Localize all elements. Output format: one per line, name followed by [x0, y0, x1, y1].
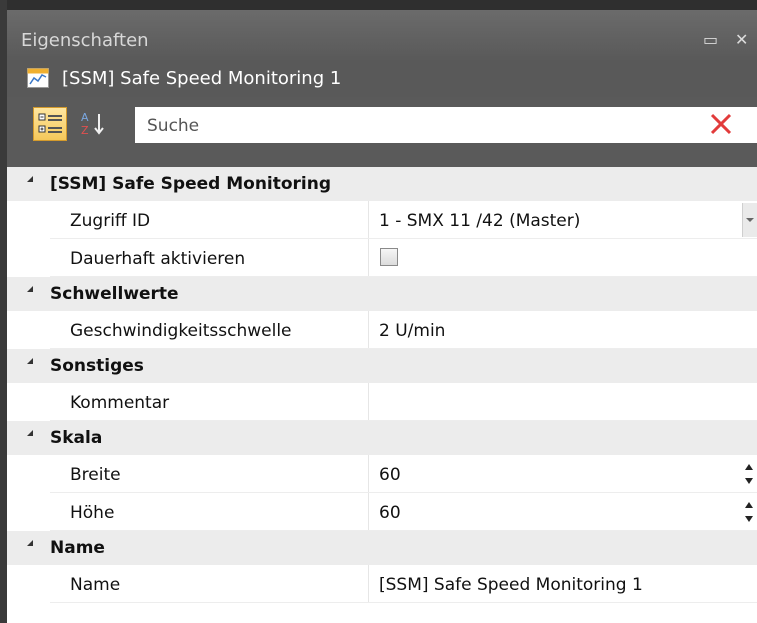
property-value: 60	[379, 503, 401, 523]
property-row: Geschwindigkeitsschwelle 2 U/min	[7, 311, 757, 349]
category-label: Schwellwerte	[50, 284, 179, 304]
property-name: Geschwindigkeitsschwelle	[70, 321, 292, 341]
property-grid: [SSM] Safe Speed Monitoring Zugriff ID 1…	[7, 167, 757, 603]
property-name: Dauerhaft aktivieren	[70, 249, 246, 269]
property-row: Zugriff ID 1 - SMX 11 /42 (Master)	[7, 201, 757, 239]
close-icon[interactable]: ✕	[735, 30, 748, 49]
property-name-cell[interactable]: Name	[50, 565, 388, 603]
property-name-cell[interactable]: Höhe	[50, 493, 388, 531]
property-row: Dauerhaft aktivieren	[7, 239, 757, 277]
property-name: Zugriff ID	[70, 211, 151, 231]
collapse-triangle-icon[interactable]	[27, 286, 33, 292]
collapse-triangle-icon[interactable]	[27, 358, 33, 364]
properties-panel: Eigenschaften ▭ ✕ [SSM] Safe Speed Monit…	[0, 0, 757, 623]
category-header[interactable]: Skala	[7, 421, 757, 455]
collapse-triangle-icon[interactable]	[27, 540, 33, 546]
left-border	[0, 0, 7, 623]
property-value: [SSM] Safe Speed Monitoring 1	[379, 575, 643, 595]
category-header[interactable]: Schwellwerte	[7, 277, 757, 311]
chevron-down-icon[interactable]	[742, 203, 757, 237]
property-name: Name	[70, 575, 121, 595]
category-label: Skala	[50, 428, 103, 448]
property-row: Name [SSM] Safe Speed Monitoring 1	[7, 565, 757, 603]
panel-title: Eigenschaften	[21, 30, 149, 51]
clear-search-icon[interactable]	[707, 110, 735, 138]
search-input[interactable]	[145, 113, 689, 139]
collapse-triangle-icon[interactable]	[27, 176, 33, 182]
property-name-cell[interactable]: Geschwindigkeitsschwelle	[50, 311, 388, 349]
property-name: Kommentar	[70, 393, 170, 413]
function-block-icon	[27, 68, 49, 88]
breite-stepper[interactable]: 60	[368, 455, 757, 493]
object-header: [SSM] Safe Speed Monitoring 1	[7, 61, 757, 97]
property-row: Breite 60	[7, 455, 757, 493]
dauerhaft-aktivieren-checkbox[interactable]	[380, 248, 398, 266]
property-row: Kommentar	[7, 383, 757, 421]
object-title: [SSM] Safe Speed Monitoring 1	[62, 68, 342, 89]
maximize-icon[interactable]: ▭	[703, 30, 718, 49]
property-row: Höhe 60	[7, 493, 757, 531]
spinner-arrows-icon[interactable]	[744, 499, 754, 525]
collapse-triangle-icon[interactable]	[27, 430, 33, 436]
panel-titlebar: Eigenschaften ▭ ✕	[7, 10, 757, 61]
category-header[interactable]: Name	[7, 531, 757, 565]
category-header[interactable]: [SSM] Safe Speed Monitoring	[7, 167, 757, 201]
top-border	[0, 0, 757, 10]
category-header[interactable]: Sonstiges	[7, 349, 757, 383]
property-name: Höhe	[70, 503, 115, 523]
property-value-cell	[368, 239, 757, 277]
category-label: [SSM] Safe Speed Monitoring	[50, 174, 332, 194]
categorized-view-icon[interactable]	[33, 107, 67, 141]
property-name: Breite	[70, 465, 121, 485]
property-name-cell[interactable]: Breite	[50, 455, 388, 493]
property-toolbar: A Z	[7, 97, 757, 167]
category-label: Name	[50, 538, 105, 558]
search-box	[135, 107, 757, 143]
svg-text:Z: Z	[81, 124, 89, 137]
property-value: 60	[379, 465, 401, 485]
svg-text:A: A	[81, 111, 89, 124]
property-name-cell[interactable]: Dauerhaft aktivieren	[50, 239, 388, 277]
kommentar-field[interactable]	[368, 383, 757, 421]
category-label: Sonstiges	[50, 356, 144, 376]
property-name-cell[interactable]: Zugriff ID	[50, 201, 388, 239]
zugriff-id-dropdown[interactable]: 1 - SMX 11 /42 (Master)	[368, 201, 757, 239]
property-value: 1 - SMX 11 /42 (Master)	[379, 211, 581, 231]
sort-az-icon[interactable]: A Z	[79, 109, 113, 139]
spinner-arrows-icon[interactable]	[744, 461, 754, 487]
property-name-cell[interactable]: Kommentar	[50, 383, 388, 421]
name-field[interactable]: [SSM] Safe Speed Monitoring 1	[368, 565, 757, 603]
hoehe-stepper[interactable]: 60	[368, 493, 757, 531]
property-value: 2 U/min	[379, 321, 446, 341]
geschwindigkeitsschwelle-field[interactable]: 2 U/min	[368, 311, 757, 349]
